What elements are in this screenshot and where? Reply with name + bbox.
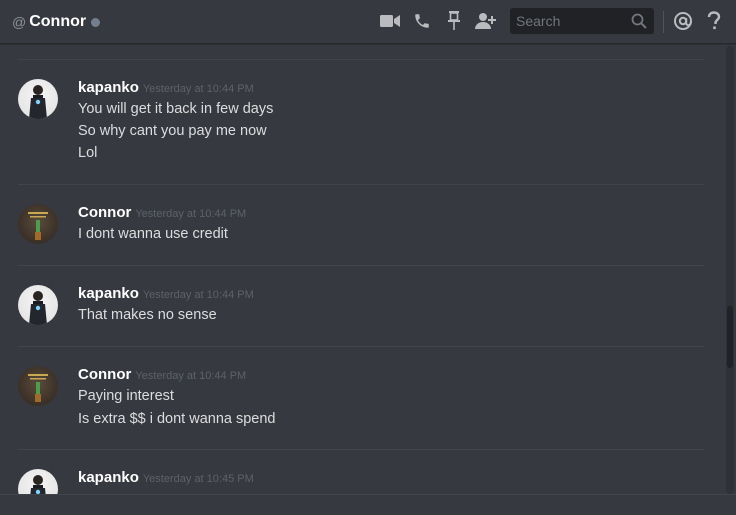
- avatar[interactable]: [18, 79, 58, 119]
- message-header: kapanko Yesterday at 10:44 PM: [78, 285, 254, 303]
- message-header: Connor Yesterday at 10:44 PM: [78, 366, 246, 384]
- avatar[interactable]: [18, 469, 58, 494]
- message-input-area[interactable]: [0, 494, 736, 515]
- message-timestamp: Yesterday at 10:44 PM: [142, 289, 254, 301]
- message-group: Connor Yesterday at 10:44 PM I dont wanna…: [0, 204, 710, 254]
- message-text: That makes no sense: [78, 307, 217, 323]
- message-group: kapanko Yesterday at 10:45 PM: [0, 469, 710, 494]
- status-indicator: [91, 17, 101, 27]
- message-author[interactable]: Connor: [78, 366, 131, 383]
- message-author[interactable]: kapanko: [78, 79, 139, 96]
- scrollbar-thumb[interactable]: [727, 306, 733, 368]
- message-timestamp: Yesterday at 10:44 PM: [142, 83, 254, 95]
- avatar[interactable]: [18, 204, 58, 244]
- add-friend-icon[interactable]: [474, 10, 498, 32]
- message-author[interactable]: Connor: [78, 204, 131, 221]
- message-text: Is extra $$ i dont wanna spend: [78, 411, 276, 427]
- message-timestamp: Yesterday at 10:44 PM: [135, 370, 247, 382]
- message-timestamp: Yesterday at 10:45 PM: [142, 473, 254, 485]
- message-list[interactable]: kapanko Yesterday at 10:44 PM You will ge…: [0, 45, 722, 494]
- voice-call-icon[interactable]: [412, 10, 432, 32]
- message-text: Paying interest: [78, 388, 174, 404]
- header-divider: [663, 11, 664, 33]
- message-group: Connor Yesterday at 10:44 PM Paying inter…: [0, 366, 710, 436]
- help-icon[interactable]: [704, 10, 724, 32]
- message-text: I dont wanna use credit: [78, 226, 228, 242]
- message-header: Connor Yesterday at 10:44 PM: [78, 204, 246, 222]
- message-divider: [18, 184, 704, 185]
- message-timestamp: Yesterday at 10:44 PM: [135, 208, 247, 220]
- search-input[interactable]: [516, 13, 626, 29]
- message-group: kapanko Yesterday at 10:44 PM You will ge…: [0, 79, 710, 169]
- channel-header: @ Connor: [0, 0, 736, 44]
- pin-icon[interactable]: [446, 10, 462, 32]
- message-author[interactable]: kapanko: [78, 285, 139, 302]
- message-group: kapanko Yesterday at 10:44 PM That makes …: [0, 285, 710, 335]
- message-divider: [18, 265, 704, 266]
- avatar[interactable]: [18, 366, 58, 406]
- search-icon: [631, 13, 647, 34]
- mention-icon[interactable]: [672, 10, 694, 32]
- dm-recipient-name[interactable]: Connor: [29, 13, 86, 31]
- message-header: kapanko Yesterday at 10:44 PM: [78, 79, 254, 97]
- avatar[interactable]: [18, 285, 58, 325]
- message-divider: [18, 59, 704, 60]
- message-divider: [18, 346, 704, 347]
- message-text: Lol: [78, 145, 98, 161]
- message-text: So why cant you pay me now: [78, 123, 267, 139]
- video-call-icon[interactable]: [380, 10, 400, 32]
- dm-at-symbol: @: [12, 13, 27, 30]
- message-text: You will get it back in few days: [78, 101, 274, 117]
- message-divider: [18, 449, 704, 450]
- message-author[interactable]: kapanko: [78, 469, 139, 486]
- scrollbar-track[interactable]: [726, 46, 734, 494]
- search-box[interactable]: [510, 8, 654, 34]
- message-header: kapanko Yesterday at 10:45 PM: [78, 469, 254, 487]
